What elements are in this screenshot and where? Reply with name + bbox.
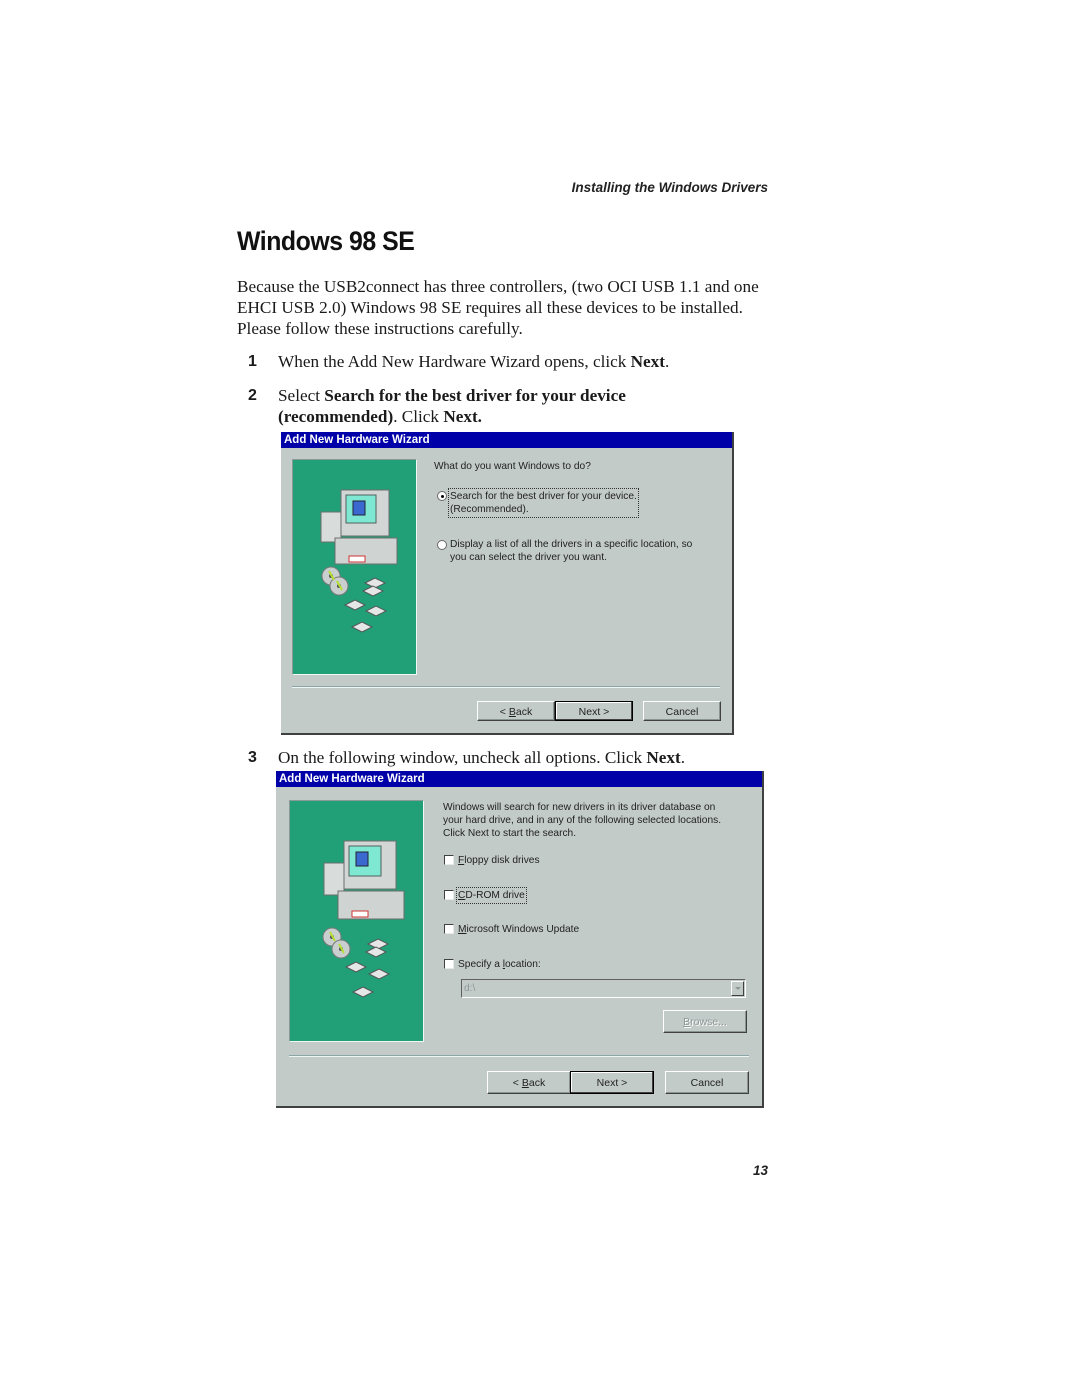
checkbox[interactable] (444, 855, 454, 865)
add-hardware-wizard-dialog-1: Add New Hardware Wizard What do you want… (281, 432, 734, 735)
dropdown-arrow-icon[interactable] (731, 981, 744, 996)
wizard-illustration-panel (289, 800, 424, 1042)
step-number: 3 (248, 749, 257, 766)
wizard-prompt: What do you want Windows to do? (434, 461, 591, 472)
step-text: On the following window, uncheck all opt… (278, 748, 686, 767)
radio-button[interactable] (437, 540, 447, 550)
add-hardware-wizard-dialog-2: Add New Hardware Wizard Windows will sea… (276, 771, 764, 1108)
radio-button-selected[interactable] (437, 491, 447, 501)
browse-button[interactable]: Browse... (663, 1010, 747, 1033)
wizard-illustration-panel (292, 459, 417, 675)
dialog-separator (289, 1055, 749, 1057)
radio-label-search[interactable]: Search for the best driver for your devi… (448, 488, 639, 518)
cancel-button[interactable]: Cancel (643, 701, 721, 721)
next-button[interactable]: Next > (555, 701, 633, 721)
back-button[interactable]: < Back (487, 1071, 571, 1094)
dialog-separator (292, 686, 720, 688)
checkbox-label[interactable]: Microsoft Windows Update (458, 923, 579, 936)
step-text: When the Add New Hardware Wizard opens, … (278, 352, 670, 371)
dialog-titlebar: Add New Hardware Wizard (281, 432, 732, 448)
page-number: 13 (752, 1163, 768, 1178)
wizard-description: Windows will search for new drivers in i… (443, 802, 722, 839)
checkbox[interactable] (444, 890, 454, 900)
checkbox-label[interactable]: CD-ROM drive (456, 887, 527, 904)
checkbox-label[interactable]: Specify a location: (458, 958, 541, 971)
computer-and-disks-illustration-icon (322, 840, 405, 998)
step-text: Select Search for the best driver for yo… (278, 386, 626, 426)
step-number: 1 (248, 353, 257, 370)
checkbox[interactable] (444, 959, 454, 969)
back-button[interactable]: < Back (477, 701, 555, 721)
step-number: 2 (248, 387, 257, 404)
checkbox-label[interactable]: Floppy disk drives (458, 854, 540, 867)
checkbox[interactable] (444, 924, 454, 934)
computer-and-disks-illustration-icon (320, 489, 398, 633)
next-button[interactable]: Next > (570, 1071, 654, 1094)
dialog-titlebar: Add New Hardware Wizard (276, 771, 762, 787)
running-head: Installing the Windows Drivers (571, 180, 768, 195)
radio-label-display-list[interactable]: Display a list of all the drivers in a s… (450, 538, 692, 564)
page-title: Windows 98 SE (237, 226, 415, 256)
location-combobox[interactable]: d:\ (461, 979, 746, 998)
cancel-button[interactable]: Cancel (665, 1071, 749, 1094)
location-value: d:\ (464, 983, 476, 994)
intro-paragraph: Because the USB2connect has three contro… (237, 277, 759, 338)
